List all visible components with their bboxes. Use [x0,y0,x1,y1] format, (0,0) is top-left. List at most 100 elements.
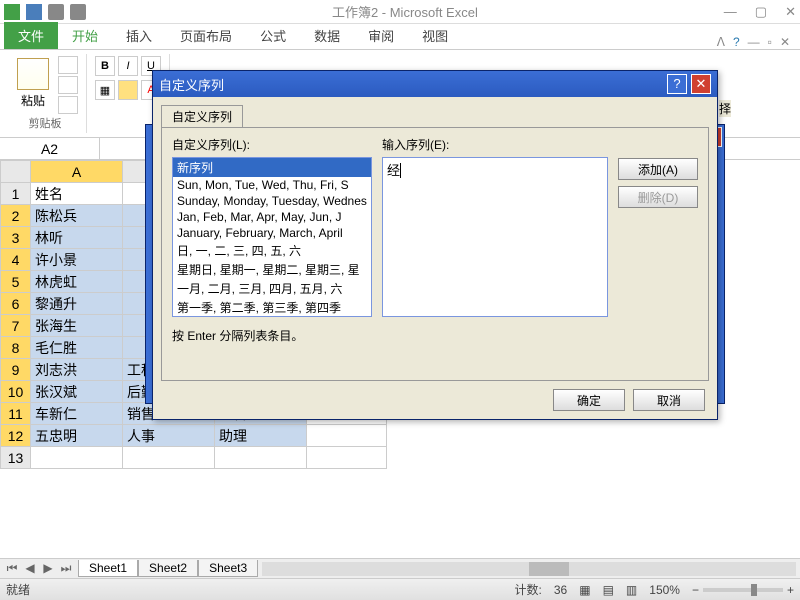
row-header[interactable]: 9 [1,359,31,381]
tab-review[interactable]: 审阅 [354,22,408,49]
minimize-ribbon-icon[interactable]: ᐱ [717,35,725,49]
undo-icon[interactable] [48,4,64,20]
name-box[interactable]: A2 [0,138,100,159]
row-header[interactable]: 11 [1,403,31,425]
cell[interactable]: 张海生 [31,315,123,337]
add-button[interactable]: 添加(A) [618,158,698,180]
cell[interactable]: 林听 [31,227,123,249]
cell[interactable]: 黎通升 [31,293,123,315]
col-header-a[interactable]: A [31,161,123,183]
maximize-icon[interactable]: ▢ [755,4,767,20]
list-item[interactable]: 日, 一, 二, 三, 四, 五, 六 [173,241,371,260]
tab-formulas[interactable]: 公式 [246,22,300,49]
row-header[interactable]: 3 [1,227,31,249]
minimize-icon[interactable]: — [724,4,737,20]
cell[interactable]: 五忠明 [31,425,123,447]
row-header[interactable]: 5 [1,271,31,293]
list-item[interactable]: Sunday, Monday, Tuesday, Wednes [173,193,371,209]
cell[interactable] [31,447,123,469]
copy-icon[interactable] [58,76,78,94]
list-item[interactable]: January, February, March, April [173,225,371,241]
cell[interactable]: 张汉斌 [31,381,123,403]
view-pagebreak-icon[interactable]: ▥ [626,583,637,597]
list-entries-input[interactable]: 经 [382,157,608,317]
cell[interactable]: 姓名 [31,183,123,205]
format-painter-icon[interactable] [58,96,78,114]
doc-close-icon[interactable]: ✕ [780,35,790,49]
dialog-close-button[interactable]: ✕ [691,74,711,94]
row-header[interactable]: 10 [1,381,31,403]
cell[interactable]: 人事 [123,425,215,447]
first-sheet-icon[interactable]: ⏮ [4,561,20,576]
cell[interactable]: 助理 [215,425,307,447]
paste-button[interactable]: 粘贴 [12,56,54,114]
border-button[interactable]: ▦ [95,80,115,100]
zoom-in-icon[interactable]: + [787,583,794,597]
italic-button[interactable]: I [118,56,138,76]
cell[interactable]: 林虎虹 [31,271,123,293]
cell[interactable] [215,447,307,469]
help-icon[interactable]: ? [733,35,740,49]
list-item[interactable]: Sun, Mon, Tue, Wed, Thu, Fri, S [173,177,371,193]
horizontal-scrollbar[interactable] [262,562,796,576]
row-header[interactable]: 12 [1,425,31,447]
cancel-button[interactable]: 取消 [633,389,705,411]
list-item[interactable]: 第一季, 第二季, 第三季, 第四季 [173,298,371,317]
zoom-slider[interactable] [703,588,783,592]
doc-minimize-icon[interactable]: — [748,35,760,49]
delete-button: 删除(D) [618,186,698,208]
ok-button[interactable]: 确定 [553,389,625,411]
last-sheet-icon[interactable]: ⏭ [58,561,74,576]
view-layout-icon[interactable]: ▤ [603,583,614,597]
dialog-help-button[interactable]: ? [667,74,687,94]
custom-lists-listbox[interactable]: 新序列Sun, Mon, Tue, Wed, Thu, Fri, SSunday… [172,157,372,317]
list-item[interactable]: 新序列 [173,158,371,177]
bold-button[interactable]: B [95,56,115,76]
row-header[interactable]: 4 [1,249,31,271]
next-sheet-icon[interactable]: ▶ [40,561,56,576]
dialog-tabs: 自定义序列 [161,105,709,127]
row-header[interactable]: 2 [1,205,31,227]
list-item[interactable]: 一月, 二月, 三月, 四月, 五月, 六 [173,279,371,298]
cell[interactable]: 陈松兵 [31,205,123,227]
sheet-tab-3[interactable]: Sheet3 [198,560,258,577]
zoom-out-icon[interactable]: − [692,583,699,597]
cell[interactable]: 毛仁胜 [31,337,123,359]
paste-icon [17,58,49,90]
cell[interactable] [123,447,215,469]
sheet-tab-2[interactable]: Sheet2 [138,560,198,577]
list-item[interactable]: Jan, Feb, Mar, Apr, May, Jun, J [173,209,371,225]
tab-file[interactable]: 文件 [4,22,58,49]
tab-view[interactable]: 视图 [408,22,462,49]
tab-layout[interactable]: 页面布局 [166,22,246,49]
row-header[interactable]: 7 [1,315,31,337]
cell[interactable]: 刘志洪 [31,359,123,381]
row-header[interactable]: 6 [1,293,31,315]
tab-custom-lists[interactable]: 自定义序列 [161,105,243,127]
fill-color-button[interactable] [118,80,138,100]
close-icon[interactable]: ✕ [785,4,796,20]
zoom-value[interactable]: 150% [649,583,680,597]
cell[interactable] [307,425,387,447]
cell[interactable] [307,447,387,469]
tab-insert[interactable]: 插入 [112,22,166,49]
prev-sheet-icon[interactable]: ◀ [22,561,38,576]
list-label: 自定义序列(L): [172,136,372,153]
tab-data[interactable]: 数据 [300,22,354,49]
tab-home[interactable]: 开始 [58,22,112,49]
count-label: 计数: [515,581,542,598]
doc-restore-icon[interactable]: ▫ [768,35,772,49]
window-controls: — ▢ ✕ [724,4,796,20]
row-header[interactable]: 8 [1,337,31,359]
list-item[interactable]: 星期日, 星期一, 星期二, 星期三, 星 [173,260,371,279]
save-icon[interactable] [26,4,42,20]
sheet-tab-1[interactable]: Sheet1 [78,560,138,577]
row-header[interactable]: 1 [1,183,31,205]
select-all-corner[interactable] [1,161,31,183]
row-header[interactable]: 13 [1,447,31,469]
view-normal-icon[interactable]: ▦ [579,583,590,597]
redo-icon[interactable] [70,4,86,20]
cell[interactable]: 车新仁 [31,403,123,425]
cell[interactable]: 许小景 [31,249,123,271]
cut-icon[interactable] [58,56,78,74]
